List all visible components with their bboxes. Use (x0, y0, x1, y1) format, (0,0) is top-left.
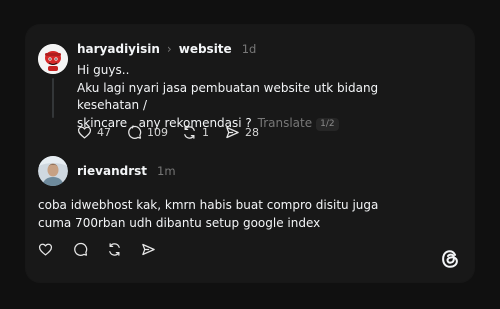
post-author-avatar[interactable] (38, 44, 68, 74)
share-button[interactable]: 28 (225, 125, 259, 140)
repost-icon (109, 243, 120, 256)
comment-icon (74, 242, 88, 256)
post-author-username[interactable]: haryadiyisin (77, 42, 160, 56)
reply-text-line: cuma 700rban udh dibantu setup google in… (38, 215, 321, 230)
share-icon (226, 126, 239, 139)
comment-button[interactable]: 109 (127, 125, 182, 140)
reply-author-avatar[interactable] (38, 156, 68, 186)
post-header: haryadiyisin › website 1d (77, 42, 256, 56)
thread-connector-line (52, 78, 54, 118)
share-icon (142, 243, 155, 256)
reply-text-line: coba idwebhost kak, kmrn habis buat comp… (38, 198, 379, 212)
post-text-line: Aku lagi nyari jasa pembuatan website ut… (77, 80, 379, 113)
reply-comment-button[interactable] (73, 242, 107, 257)
translate-link[interactable]: Translate (258, 116, 313, 130)
post-body: Hi guys.. Aku lagi nyari jasa pembuatan … (77, 62, 437, 132)
carousel-page-indicator: 1/2 (316, 117, 339, 131)
reply-author-username[interactable]: rievandrst (77, 164, 147, 178)
reply-timestamp[interactable]: 1m (157, 164, 176, 178)
repost-icon (184, 126, 195, 139)
heart-icon (38, 243, 53, 256)
comment-count: 109 (147, 126, 168, 139)
threads-logo-icon[interactable] (439, 248, 461, 270)
reply-actions (38, 242, 156, 257)
reply-repost-button[interactable] (107, 242, 141, 257)
like-count: 47 (97, 126, 111, 139)
post-timestamp[interactable]: 1d (242, 42, 257, 56)
like-button[interactable]: 47 (77, 125, 127, 140)
reply-share-button[interactable] (141, 242, 156, 257)
post-text-line: Hi guys.. (77, 63, 130, 77)
post-topic-tag[interactable]: website (179, 42, 232, 56)
share-count: 28 (245, 126, 259, 139)
repost-button[interactable]: 1 (182, 125, 225, 140)
reply-header: rievandrst 1m (77, 164, 176, 178)
repost-count: 1 (202, 126, 209, 139)
heart-icon (77, 126, 92, 139)
reply-like-button[interactable] (38, 242, 73, 257)
reply-body: coba idwebhost kak, kmrn habis buat comp… (38, 197, 438, 232)
post-actions: 47 109 1 28 (77, 125, 259, 140)
chevron-right-icon: › (166, 42, 172, 56)
comment-icon (128, 125, 142, 139)
